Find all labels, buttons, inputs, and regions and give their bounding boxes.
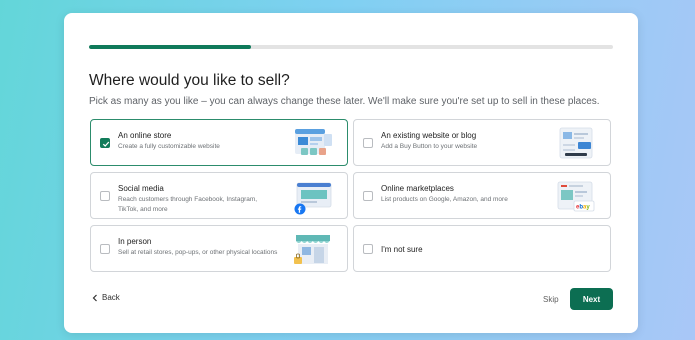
option-social-media[interactable]: Social media Reach customers through Fac… bbox=[90, 172, 348, 219]
next-button[interactable]: Next bbox=[570, 288, 613, 310]
back-label: Back bbox=[102, 293, 120, 302]
checkbox-online-marketplaces[interactable] bbox=[363, 191, 373, 201]
check-icon bbox=[102, 141, 110, 147]
option-description: Create a fully customizable website bbox=[118, 143, 220, 150]
option-description: Reach customers through Facebook, Instag… bbox=[118, 196, 258, 213]
option-in-person[interactable]: In person Sell at retail stores, pop-ups… bbox=[90, 225, 348, 272]
sales-channel-options: An online store Create a fully customiza… bbox=[90, 119, 611, 272]
option-title: I'm not sure bbox=[381, 245, 423, 254]
svg-text:ebay: ebay bbox=[576, 205, 590, 211]
option-title: In person bbox=[118, 237, 152, 246]
storefront-illustration bbox=[294, 235, 330, 264]
option-description: List products on Google, Amazon, and mor… bbox=[381, 196, 508, 203]
option-title: An existing website or blog bbox=[381, 131, 477, 140]
checkbox-existing-website[interactable] bbox=[363, 138, 373, 148]
option-existing-website[interactable]: An existing website or blog Add a Buy Bu… bbox=[353, 119, 611, 166]
skip-button[interactable]: Skip bbox=[543, 295, 559, 304]
option-description: Sell at retail stores, pop-ups, or other… bbox=[118, 249, 278, 256]
page-subtitle: Pick as many as you like – you can alway… bbox=[89, 96, 600, 107]
social-media-illustration bbox=[294, 182, 332, 215]
checkbox-not-sure[interactable] bbox=[363, 244, 373, 254]
marketplaces-illustration: ebay bbox=[557, 181, 595, 212]
option-title: Online marketplaces bbox=[381, 184, 454, 193]
chevron-left-icon bbox=[92, 294, 97, 301]
onboarding-card: Where would you like to sell? Pick as ma… bbox=[64, 13, 638, 333]
page-title: Where would you like to sell? bbox=[89, 72, 290, 89]
progress-bar bbox=[89, 45, 613, 49]
option-online-marketplaces[interactable]: Online marketplaces List products on Goo… bbox=[353, 172, 611, 219]
checkbox-online-store[interactable] bbox=[100, 138, 110, 148]
website-blog-illustration bbox=[559, 127, 593, 159]
option-title: Social media bbox=[118, 184, 164, 193]
back-button[interactable]: Back bbox=[92, 293, 120, 302]
option-title: An online store bbox=[118, 131, 172, 140]
option-not-sure[interactable]: I'm not sure bbox=[353, 225, 611, 272]
progress-fill bbox=[89, 45, 252, 49]
checkbox-in-person[interactable] bbox=[100, 244, 110, 254]
option-online-store[interactable]: An online store Create a fully customiza… bbox=[90, 119, 348, 166]
checkbox-social-media[interactable] bbox=[100, 191, 110, 201]
online-store-illustration bbox=[295, 129, 332, 155]
option-description: Add a Buy Button to your website bbox=[381, 143, 478, 150]
